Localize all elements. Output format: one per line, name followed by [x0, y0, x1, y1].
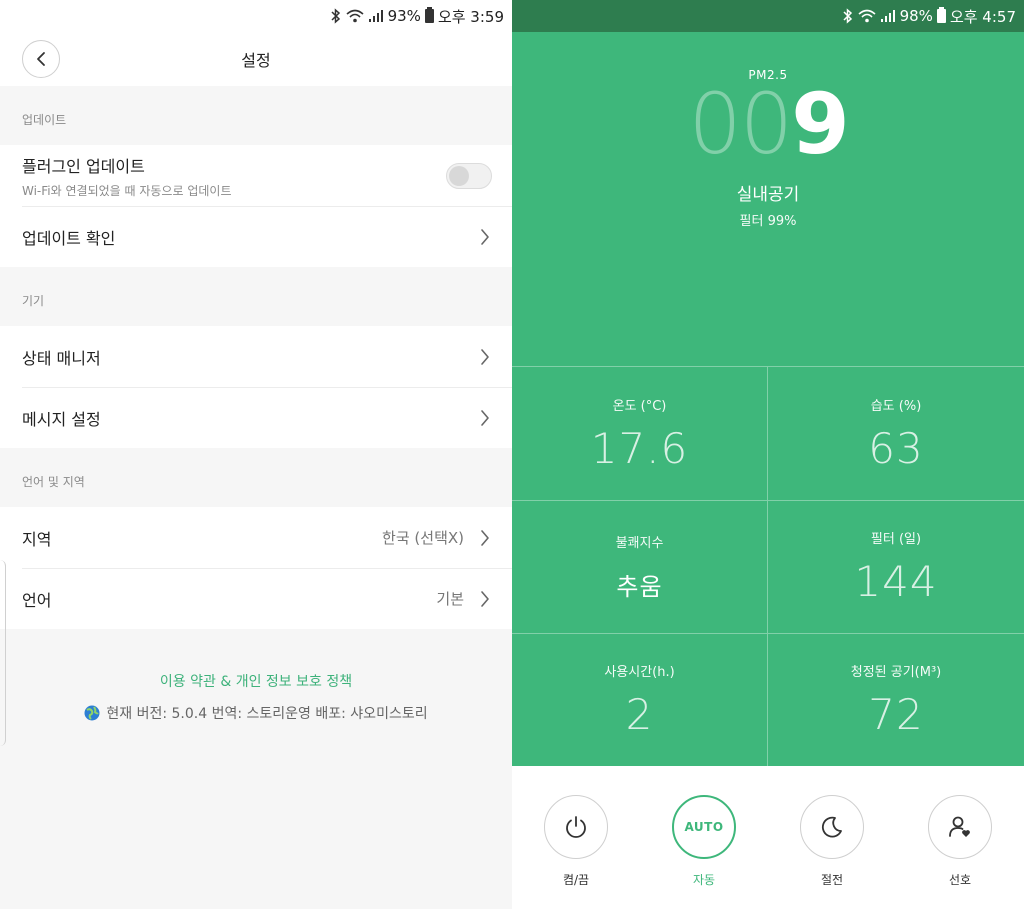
- stat-filter-days: 필터 (일) 144: [768, 500, 1024, 633]
- pm-digit: 9: [791, 75, 849, 173]
- stat-value: 72: [868, 690, 924, 739]
- check-update-title: 업데이트 확인: [22, 228, 116, 248]
- header: 설정: [0, 32, 512, 86]
- back-chevron-icon: [37, 52, 45, 66]
- chevron-right-icon: [478, 408, 492, 428]
- sleep-control: 절전: [787, 795, 877, 888]
- wifi-icon: [858, 9, 876, 23]
- power-control: 켬/끔: [531, 795, 621, 888]
- section-label-language-region: 언어 및 지역: [0, 448, 512, 507]
- plugin-update-subtitle: Wi-Fi와 연결되었을 때 자동으로 업데이트: [22, 183, 232, 198]
- pm-value: 009: [512, 82, 1024, 166]
- sleep-label: 절전: [820, 873, 844, 887]
- chevron-right-icon: [478, 528, 492, 548]
- stat-value: 144: [854, 557, 938, 606]
- edge-handle[interactable]: [0, 560, 6, 746]
- power-button[interactable]: [544, 795, 608, 859]
- clock: 오후 3:59: [437, 7, 504, 26]
- favorite-control: 선호: [915, 795, 1005, 888]
- favorite-label: 선호: [948, 873, 972, 887]
- battery-percent: 93%: [387, 7, 421, 25]
- bluetooth-icon: [842, 8, 854, 24]
- auto-text: AUTO: [684, 820, 724, 834]
- stat-label: 필터 (일): [870, 532, 922, 547]
- globe-icon: [84, 705, 100, 721]
- status-manager-title: 상태 매니저: [22, 348, 101, 368]
- region-value: 한국 (선택X): [382, 529, 464, 547]
- signal-icon: [368, 9, 384, 23]
- region-title: 지역: [22, 529, 52, 549]
- status-manager-row[interactable]: 상태 매니저: [0, 326, 512, 387]
- section-label-update: 업데이트: [0, 86, 512, 145]
- plugin-update-row: 플러그인 업데이트 Wi-Fi와 연결되었을 때 자동으로 업데이트: [0, 145, 512, 206]
- plugin-update-toggle[interactable]: [446, 162, 492, 189]
- wifi-icon: [346, 9, 364, 23]
- battery-percent: 98%: [899, 7, 933, 25]
- stat-value: 63: [868, 423, 924, 473]
- terms-privacy-link[interactable]: 이용 약관 & 개인 정보 보호 정책: [160, 671, 352, 691]
- power-icon: [566, 816, 586, 838]
- language-value: 기본: [436, 590, 464, 608]
- indoor-air-title: 실내공기: [736, 185, 800, 205]
- stats-grid: 온도 (°C) 17.6 습도 (%) 63 불쾌지수 추움 필터 (일) 14…: [512, 366, 1024, 766]
- pm-leading-zeros: 00: [688, 75, 793, 173]
- auto-control: AUTO 자동: [659, 795, 749, 888]
- message-settings-row[interactable]: 메시지 설정: [0, 387, 512, 448]
- stat-usage-hours: 사용시간(h.) 2: [512, 633, 768, 766]
- toggle-knob: [449, 165, 469, 186]
- language-title: 언어: [22, 590, 52, 610]
- control-bar: 켬/끔 AUTO 자동 절전 선호: [512, 766, 1024, 909]
- stat-temperature: 온도 (°C) 17.6: [512, 367, 768, 500]
- favorite-button[interactable]: [928, 795, 992, 859]
- auto-button[interactable]: AUTO: [672, 795, 736, 859]
- air-quality-hero: PM2.5 009 실내공기 필터 99%: [512, 32, 1024, 366]
- stat-purified-air: 청정된 공기(M³) 72: [768, 633, 1024, 766]
- back-button[interactable]: [22, 40, 60, 78]
- bluetooth-icon: [330, 8, 342, 24]
- version-text: 현재 버전: 5.0.4 번역: 스토리운영 배포: 샤오미스토리: [106, 706, 428, 722]
- stat-humidity: 습도 (%) 63: [768, 367, 1024, 500]
- chevron-right-icon: [478, 347, 492, 367]
- version-info: 현재 버전: 5.0.4 번역: 스토리운영 배포: 샤오미스토리: [0, 703, 512, 723]
- stat-label: 사용시간(h.): [604, 665, 675, 680]
- stat-label: 불쾌지수: [615, 536, 664, 551]
- signal-icon: [880, 9, 896, 23]
- chevron-right-icon: [478, 227, 492, 247]
- settings-screen: 93% 오후 3:59 설정 업데이트 플러그인 업데이트 Wi-Fi와 연결되…: [0, 0, 512, 909]
- moon-icon: [821, 816, 842, 838]
- power-label: 켬/끔: [562, 873, 590, 887]
- battery-icon: [424, 7, 434, 23]
- region-row[interactable]: 지역 한국 (선택X): [0, 507, 512, 568]
- sleep-button[interactable]: [800, 795, 864, 859]
- battery-icon: [936, 7, 946, 23]
- user-heart-icon: [949, 816, 970, 837]
- message-settings-title: 메시지 설정: [22, 409, 101, 429]
- stat-label: 청정된 공기(M³): [850, 665, 942, 680]
- stat-value: 추움: [616, 573, 663, 601]
- status-bar: 93% 오후 3:59: [0, 0, 512, 32]
- page-title: 설정: [241, 51, 271, 70]
- stat-label: 온도 (°C): [612, 398, 667, 414]
- footer: 이용 약관 & 개인 정보 보호 정책 현재 버전: 5.0.4 번역: 스토리…: [0, 629, 512, 723]
- auto-label: 자동: [692, 873, 716, 887]
- status-bar: 98% 오후 4:57: [512, 0, 1024, 32]
- plugin-update-title: 플러그인 업데이트: [22, 156, 145, 176]
- check-update-row[interactable]: 업데이트 확인: [0, 206, 512, 267]
- stat-discomfort-index: 불쾌지수 추움: [512, 500, 768, 633]
- section-label-device: 기기: [0, 267, 512, 326]
- filter-percent: 필터 99%: [739, 214, 797, 229]
- stat-value: 17.6: [590, 423, 689, 473]
- chevron-right-icon: [478, 589, 492, 609]
- clock: 오후 4:57: [949, 7, 1016, 26]
- language-row[interactable]: 언어 기본: [0, 568, 512, 629]
- purifier-screen: 98% 오후 4:57 PM2.5 009 실내공기 필터 99% 온도 (°C…: [512, 0, 1024, 909]
- stat-label: 습도 (%): [870, 398, 922, 414]
- stat-value: 2: [625, 690, 654, 739]
